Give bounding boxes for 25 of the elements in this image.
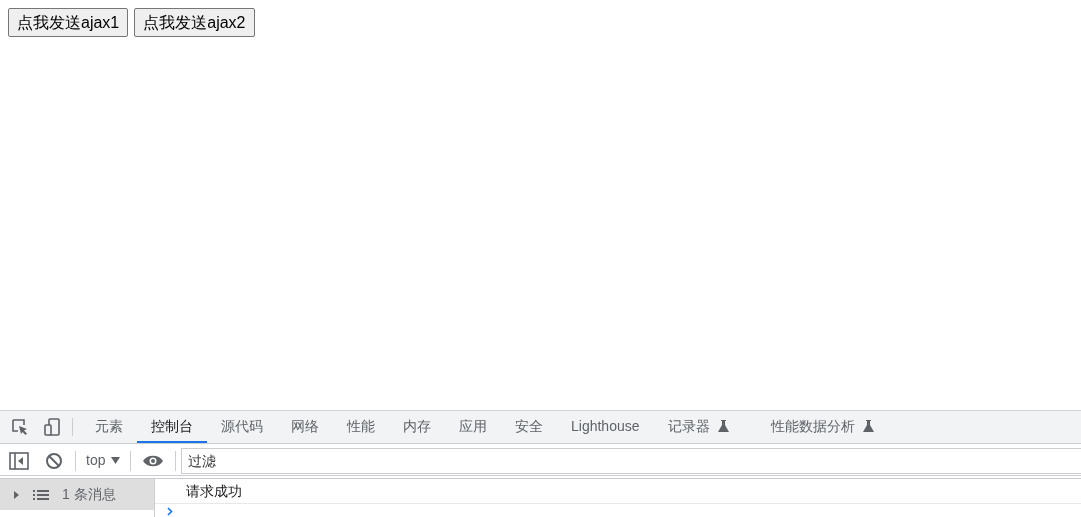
panel-tab[interactable]: 元素	[81, 411, 137, 443]
context-dropdown[interactable]: top	[76, 450, 131, 471]
inspect-icon[interactable]	[10, 417, 30, 437]
panel-tab[interactable]: 应用	[445, 411, 501, 443]
panel-tab[interactable]: 源代码	[207, 411, 277, 443]
panel-tab[interactable]: 性能	[333, 411, 389, 443]
send-button[interactable]: 点我发送ajax1	[8, 8, 129, 37]
send-button[interactable]: 点我发送ajax2	[134, 8, 255, 37]
panel-tab[interactable]: 内存	[389, 411, 445, 443]
console-message: 请求成功	[186, 481, 242, 501]
filter-field[interactable]: 过滤	[181, 447, 1081, 474]
device-toolbar-icon[interactable]	[42, 417, 62, 437]
panel-tab[interactable]: Lighthouse	[557, 411, 654, 443]
panel-tab[interactable]: 性能数据分析	[756, 411, 888, 443]
caret-icon	[111, 457, 121, 464]
list-icon	[33, 488, 49, 501]
prompt-icon	[167, 507, 173, 516]
eye-icon[interactable]	[142, 453, 165, 468]
clear-console-icon[interactable]	[45, 451, 63, 470]
message-group-item[interactable]: 1 条消息	[0, 479, 154, 510]
panel-tab[interactable]: 网络	[277, 411, 333, 443]
panel-tab[interactable]: 控制台	[137, 411, 207, 443]
sidebar-toggle-icon[interactable]	[9, 451, 29, 470]
panel-tab[interactable]: 安全	[501, 411, 557, 443]
panel-tab[interactable]: 记录器	[653, 411, 743, 443]
